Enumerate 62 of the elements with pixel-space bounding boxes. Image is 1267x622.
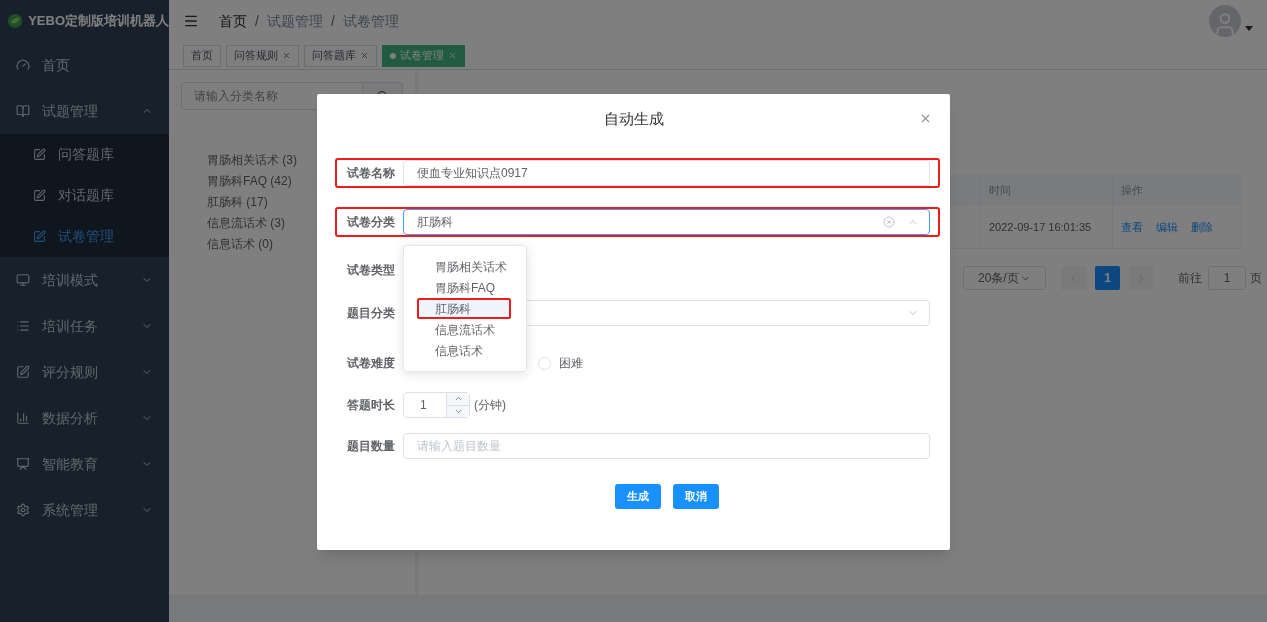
page-size-select[interactable]: 20条/页 (963, 266, 1046, 290)
sidebar-item[interactable]: 培训任务 (0, 303, 169, 349)
table-cell: 2022-09-17 16:01:35 (980, 206, 1112, 248)
tag-tab[interactable]: 问答题库 (304, 44, 377, 67)
sidebar-item[interactable]: 评分规则 (0, 349, 169, 395)
unit-label: (分钟) (474, 397, 506, 414)
goto-label: 前往 (1178, 270, 1202, 287)
dropdown-option[interactable]: 肛肠科 (417, 298, 511, 319)
sidebar-item[interactable]: 试题管理 (0, 88, 169, 134)
field-label: 试卷分类 (346, 214, 396, 231)
field-label: 试卷类型 (346, 262, 396, 279)
sidebar-item[interactable]: 首页 (0, 42, 169, 88)
sidebar-item[interactable]: 培训模式 (0, 257, 169, 303)
dialog-button[interactable]: 取消 (672, 484, 719, 509)
edit-icon (33, 148, 46, 161)
text-field[interactable]: 便血专业知识点0917 (403, 160, 930, 186)
submenu-item[interactable]: 试卷管理 (0, 216, 169, 257)
goto-page-field[interactable]: 1 (1208, 266, 1246, 290)
sidebar-item[interactable]: 数据分析 (0, 395, 169, 441)
tag-tab[interactable]: 首页 (183, 44, 221, 67)
field-label: 试卷难度 (346, 355, 396, 372)
menu-item-icon (16, 104, 30, 118)
tag-tab[interactable]: 问答规则 (226, 44, 299, 67)
menu-item-icon (16, 411, 30, 425)
close-icon[interactable] (360, 51, 369, 60)
menu-item-icon (16, 503, 30, 517)
sidebar-item[interactable]: 系统管理 (0, 487, 169, 533)
dialog-button[interactable]: 生成 (614, 484, 661, 509)
sidebar-item[interactable]: 智能教育 (0, 441, 169, 487)
breadcrumb-separator: / (330, 11, 335, 31)
field-label: 题目分类 (346, 305, 396, 322)
edit-icon (33, 189, 46, 202)
menu-item-icon (16, 319, 30, 333)
breadcrumb-item[interactable]: 首页 (219, 10, 247, 32)
page-number[interactable]: 1 (1095, 266, 1120, 290)
breadcrumb-separator: / (255, 11, 259, 31)
app-title: YEBO定制版培训机器人 (28, 12, 169, 31)
menu-item-icon (16, 457, 30, 471)
dialog-title: 自动生成 (603, 108, 664, 129)
menu-icon[interactable] (183, 13, 199, 29)
menu-item-icon (16, 365, 30, 379)
action-link[interactable]: 查看 (1121, 218, 1143, 236)
page-suffix: 页 (1250, 270, 1262, 287)
submenu-item[interactable]: 对话题库 (0, 175, 169, 216)
submenu-item[interactable]: 问答题库 (0, 134, 169, 175)
breadcrumb-item: 试题管理 (266, 11, 323, 31)
close-icon[interactable] (282, 51, 291, 60)
field-label: 答题时长 (346, 397, 396, 414)
clear-icon[interactable] (883, 216, 895, 228)
number-field[interactable]: 1 (403, 392, 470, 418)
avatar[interactable] (1209, 5, 1241, 37)
menu-item-icon (16, 58, 30, 72)
action-link[interactable]: 删除 (1191, 218, 1213, 236)
caret-icon (1245, 25, 1253, 31)
action-link[interactable]: 编辑 (1156, 218, 1178, 236)
field-label: 题目数量 (346, 438, 396, 455)
breadcrumb-item: 试卷管理 (342, 11, 399, 31)
tag-tab[interactable]: 试卷管理 (382, 44, 465, 67)
edit-icon (33, 230, 46, 243)
close-icon[interactable] (919, 112, 932, 125)
menu-item-icon (16, 273, 30, 287)
field-label: 试卷名称 (346, 165, 396, 182)
